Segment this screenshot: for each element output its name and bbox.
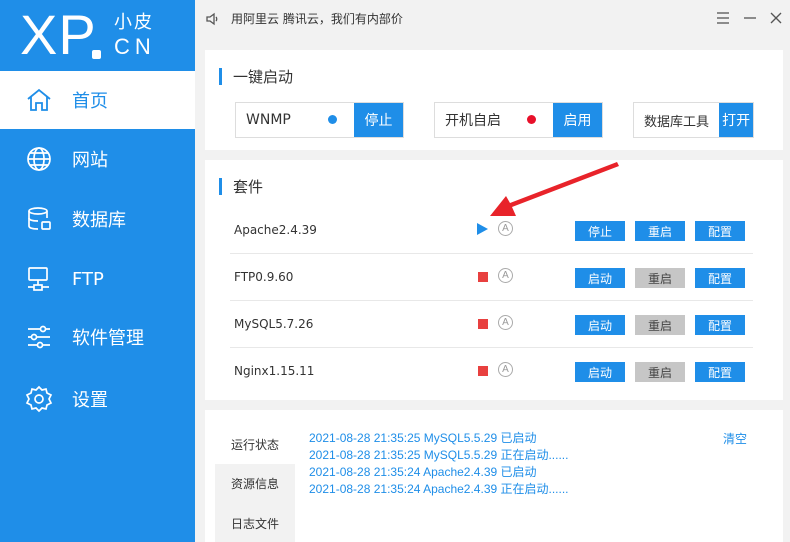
sidebar-item-home[interactable]: 首页 bbox=[0, 71, 195, 129]
ftp-server-icon bbox=[24, 264, 54, 294]
database-icon bbox=[24, 204, 54, 234]
close-icon[interactable] bbox=[766, 8, 786, 28]
menu-icon[interactable] bbox=[713, 8, 733, 28]
sidebar-item-settings[interactable]: 设置 bbox=[0, 370, 195, 428]
sidebar-item-label: FTP bbox=[72, 268, 104, 290]
suite-name: FTP0.9.60 bbox=[234, 270, 294, 284]
suite-row-ftp: FTP0.9.60 A 启动 重启 配置 bbox=[205, 254, 783, 301]
nginx-config-button[interactable]: 配置 bbox=[695, 362, 745, 382]
logo-dot bbox=[92, 50, 101, 59]
sidebar-item-website[interactable]: 网站 bbox=[0, 130, 195, 188]
log-line: 2021-08-28 21:35:25 MySQL5.5.29 已启动 bbox=[309, 431, 537, 445]
wnmp-stop-button[interactable]: 停止 bbox=[354, 103, 403, 137]
title-bar bbox=[219, 177, 222, 195]
autostart-icon[interactable]: A bbox=[498, 315, 513, 330]
logo-cn-bottom: CN bbox=[114, 34, 156, 59]
sidebar-item-label: 数据库 bbox=[72, 210, 126, 231]
sidebar-item-database[interactable]: 数据库 bbox=[0, 190, 195, 248]
suites-title: 套件 bbox=[219, 176, 263, 196]
autostart-icon[interactable]: A bbox=[498, 221, 513, 236]
apache-stop-button[interactable]: 停止 bbox=[575, 221, 625, 241]
sliders-icon bbox=[24, 322, 54, 352]
globe-icon bbox=[24, 144, 54, 174]
sidebar-item-label: 设置 bbox=[72, 390, 108, 411]
log-tabs: 运行状态 资源信息 日志文件 bbox=[215, 424, 295, 542]
clear-log-link[interactable]: 清空 bbox=[723, 430, 747, 447]
logo-cn-top: 小皮 bbox=[114, 12, 154, 32]
home-icon bbox=[24, 85, 54, 115]
log-line: 2021-08-28 21:35:25 MySQL5.5.29 正在启动....… bbox=[309, 448, 569, 462]
speaker-icon bbox=[205, 11, 221, 27]
annotation-arrow bbox=[490, 162, 619, 216]
quick-start-title: 一键启动 bbox=[219, 66, 293, 86]
wnmp-box: WNMP 停止 bbox=[235, 102, 404, 138]
dbtool-box: 数据库工具 打开 bbox=[633, 102, 754, 138]
ftp-restart-button[interactable]: 重启 bbox=[635, 268, 685, 288]
annotation-arrow-shape bbox=[490, 162, 619, 216]
promo-notice[interactable]: 用阿里云 腾讯云，我们有内部价 bbox=[231, 10, 403, 27]
suites-title-text: 套件 bbox=[233, 177, 264, 196]
mysql-restart-button[interactable]: 重启 bbox=[635, 315, 685, 335]
sidebar-item-software[interactable]: 软件管理 bbox=[0, 308, 195, 366]
sidebar-item-label: 软件管理 bbox=[72, 328, 144, 349]
stopped-status-icon bbox=[478, 319, 488, 329]
quick-start-title-text: 一键启动 bbox=[233, 67, 294, 86]
tab-log-files[interactable]: 日志文件 bbox=[215, 503, 295, 542]
log-line: 2021-08-28 21:35:24 Apache2.4.39 已启动 bbox=[309, 465, 537, 479]
suite-row-mysql: MySQL5.7.26 A 启动 重启 配置 bbox=[205, 301, 783, 348]
ftp-config-button[interactable]: 配置 bbox=[695, 268, 745, 288]
title-bar bbox=[219, 67, 222, 85]
autostart-status-dot bbox=[527, 115, 536, 124]
sidebar: XP 小皮 CN 首页 网站 数据库 FTP 软件管理 设置 bbox=[0, 0, 195, 542]
log-lines: 2021-08-28 21:35:25 MySQL5.5.29 已启动 2021… bbox=[309, 430, 569, 498]
suite-name: Apache2.4.39 bbox=[234, 223, 317, 237]
stopped-status-icon bbox=[478, 366, 488, 376]
autostart-box: 开机自启 启用 bbox=[434, 102, 603, 138]
apache-config-button[interactable]: 配置 bbox=[695, 221, 745, 241]
sidebar-item-ftp[interactable]: FTP bbox=[0, 250, 195, 308]
ftp-start-button[interactable]: 启动 bbox=[575, 268, 625, 288]
dbtool-label: 数据库工具 bbox=[644, 114, 710, 130]
sidebar-item-label: 首页 bbox=[72, 91, 108, 112]
wnmp-status-dot bbox=[328, 115, 337, 124]
logo: XP 小皮 CN bbox=[0, 0, 195, 68]
logo-xp: XP bbox=[20, 3, 97, 66]
mysql-start-button[interactable]: 启动 bbox=[575, 315, 625, 335]
nginx-start-button[interactable]: 启动 bbox=[575, 362, 625, 382]
suite-name: MySQL5.7.26 bbox=[234, 317, 314, 331]
log-line: 2021-08-28 21:35:24 Apache2.4.39 正在启动...… bbox=[309, 482, 569, 496]
running-play-icon bbox=[477, 223, 488, 235]
nginx-restart-button[interactable]: 重启 bbox=[635, 362, 685, 382]
suite-name: Nginx1.15.11 bbox=[234, 364, 315, 378]
top-bar: 用阿里云 腾讯云，我们有内部价 bbox=[195, 0, 790, 38]
tab-resource-info[interactable]: 资源信息 bbox=[215, 463, 295, 503]
autostart-icon[interactable]: A bbox=[498, 268, 513, 283]
minimize-icon[interactable] bbox=[740, 8, 760, 28]
dbtool-open-button[interactable]: 打开 bbox=[719, 103, 753, 137]
suite-row-nginx: Nginx1.15.11 A 启动 重启 配置 bbox=[205, 348, 783, 395]
sidebar-item-label: 网站 bbox=[72, 150, 108, 171]
autostart-enable-button[interactable]: 启用 bbox=[553, 103, 602, 137]
tab-run-status[interactable]: 运行状态 bbox=[215, 424, 295, 464]
apache-restart-button[interactable]: 重启 bbox=[635, 221, 685, 241]
stopped-status-icon bbox=[478, 272, 488, 282]
gear-icon bbox=[24, 384, 54, 414]
mysql-config-button[interactable]: 配置 bbox=[695, 315, 745, 335]
autostart-icon[interactable]: A bbox=[498, 362, 513, 377]
